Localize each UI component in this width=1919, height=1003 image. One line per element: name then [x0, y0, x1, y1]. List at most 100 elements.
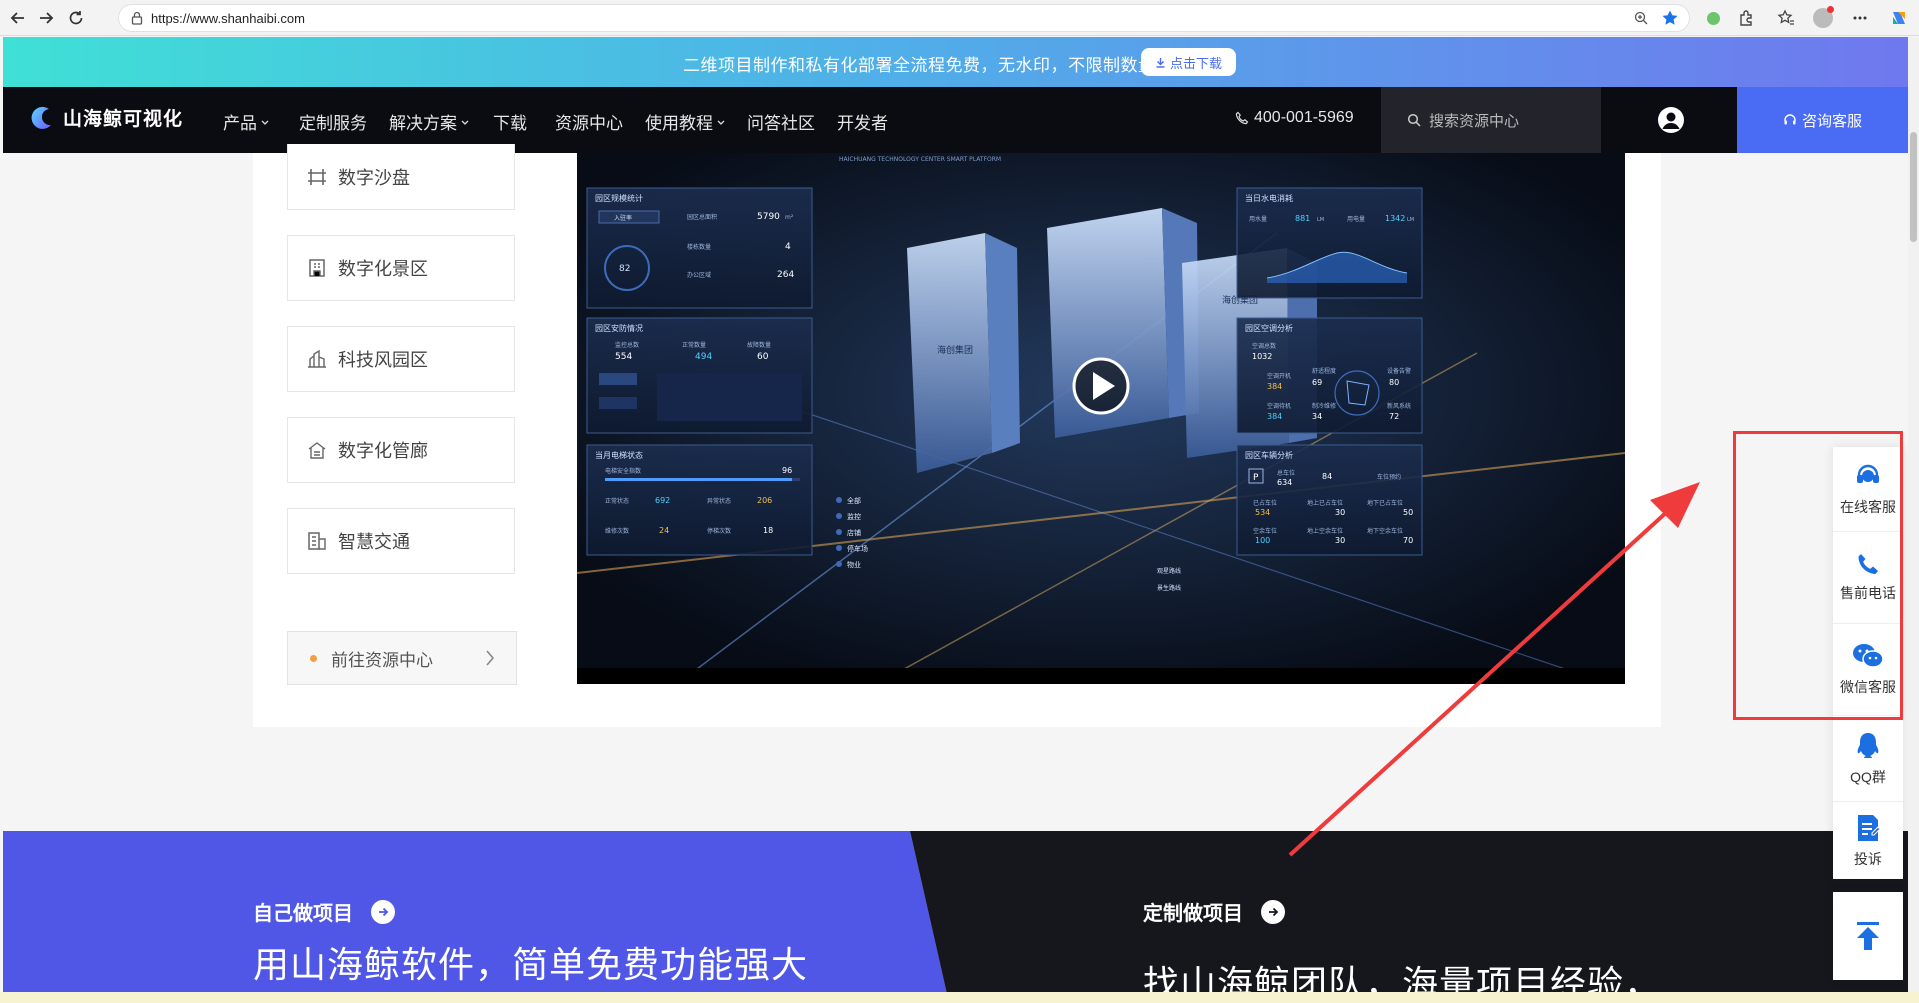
svg-text:正常数量: 正常数量 — [682, 341, 706, 349]
svg-text:监控总数: 监控总数 — [615, 341, 639, 349]
nav-item-product[interactable]: 产品 — [223, 109, 270, 134]
arrow-left-icon — [10, 12, 24, 24]
back-button[interactable] — [6, 6, 30, 30]
svg-text:82: 82 — [619, 264, 630, 274]
chevron-right-icon — [486, 650, 495, 666]
panel-water-power: 当日水电消耗 用水量 881 LM 用电量 1342 LM — [1236, 187, 1423, 299]
forward-button[interactable] — [34, 6, 58, 30]
nav-item-custom-service[interactable]: 定制服务 — [299, 109, 367, 134]
custom-project-link[interactable]: 定制做项目 — [1143, 897, 1285, 926]
park-icon — [308, 349, 326, 368]
phone-number[interactable]: 400-001-5969 — [1235, 109, 1354, 127]
svg-text:制冷维修: 制冷维修 — [1312, 402, 1336, 410]
arrow-circle-icon — [1261, 899, 1285, 924]
svg-text:18: 18 — [763, 526, 773, 535]
sidebar-item-label: 科技风园区 — [338, 350, 428, 370]
svg-text:692: 692 — [655, 496, 670, 505]
svg-text:园区总面积: 园区总面积 — [687, 213, 717, 221]
arrow-up-icon — [1857, 922, 1879, 950]
video-header: HAICHUANG TECHNOLOGY CENTER SMART PLATFO… — [839, 156, 1001, 163]
chevron-down-icon — [461, 120, 469, 125]
svg-text:空调待机: 空调待机 — [1267, 402, 1291, 410]
site-logo[interactable]: 山海鲸可视化 — [29, 104, 183, 131]
sidebar-item-label: 数字沙盘 — [338, 167, 410, 188]
svg-text:LM: LM — [1317, 217, 1324, 223]
nav-label: 解决方案 — [389, 114, 457, 133]
sandbox-icon — [308, 168, 326, 185]
svg-text:电梯安全指数: 电梯安全指数 — [605, 467, 641, 475]
svg-text:异常状态: 异常状态 — [707, 497, 731, 505]
url-text: https://www.shanhaibi.com — [151, 11, 305, 26]
more-menu-icon[interactable] — [1848, 6, 1872, 30]
svg-text:停梯次数: 停梯次数 — [707, 527, 731, 535]
pipe-gallery-icon — [308, 442, 326, 459]
svg-text:设备告警: 设备告警 — [1387, 367, 1411, 375]
headset-icon — [1784, 114, 1796, 125]
svg-text:物业: 物业 — [847, 560, 861, 569]
sidebar-item-tech-park[interactable]: 科技风园区 — [287, 326, 515, 392]
traffic-icon — [308, 532, 326, 550]
diy-project-link[interactable]: 自己做项目 — [253, 897, 395, 926]
nav-item-resource-center[interactable]: 资源中心 — [555, 109, 623, 134]
play-button[interactable] — [1072, 357, 1130, 415]
sidebar-item-label: 数字化管廊 — [338, 441, 428, 461]
page-scrollbar[interactable] — [1908, 37, 1919, 1003]
nav-item-tutorials[interactable]: 使用教程 — [645, 109, 726, 134]
svg-text:观星路线: 观星路线 — [1157, 567, 1181, 575]
svg-text:24: 24 — [659, 526, 669, 535]
complaint-icon — [1858, 815, 1881, 841]
svg-text:用电量: 用电量 — [1347, 215, 1365, 223]
bookmark-star-icon[interactable] — [1661, 9, 1679, 27]
svg-text:当月电梯状态: 当月电梯状态 — [595, 450, 643, 460]
promo-button-label: 点击下载 — [1169, 55, 1222, 71]
float-complaint[interactable]: 投诉 — [1833, 799, 1903, 883]
reload-button[interactable] — [64, 6, 88, 30]
float-label: QQ群 — [1850, 769, 1886, 785]
phone-text: 400-001-5969 — [1254, 109, 1354, 126]
svg-text:园区安防情况: 园区安防情况 — [595, 323, 643, 333]
sidebar-item-sandbox[interactable]: 数字沙盘 — [287, 144, 515, 210]
float-qq-group[interactable]: QQ群 — [1833, 717, 1903, 801]
copilot-icon[interactable] — [1887, 6, 1911, 30]
svg-text:494: 494 — [695, 352, 712, 362]
sidebar-item-pipe-gallery[interactable]: 数字化管廊 — [287, 417, 515, 483]
nav-item-community[interactable]: 问答社区 — [747, 109, 815, 134]
svg-text:停车场: 停车场 — [847, 544, 868, 553]
nav-item-developer[interactable]: 开发者 — [837, 109, 888, 134]
svg-text:监控: 监控 — [847, 512, 861, 521]
promo-download-button[interactable]: 点击下载 — [1141, 48, 1236, 76]
diy-project-title: 用山海鲸软件，简单免费功能强大 — [253, 944, 809, 985]
sidebar-item-traffic[interactable]: 智慧交通 — [287, 508, 515, 574]
svg-text:办公区域: 办公区域 — [687, 271, 711, 279]
sidebar-item-scenic[interactable]: 数字化景区 — [287, 235, 515, 301]
address-bar[interactable]: https://www.shanhaibi.com — [118, 4, 1690, 32]
scrollbar-thumb[interactable] — [1910, 132, 1917, 242]
favorites-icon[interactable] — [1774, 6, 1798, 30]
extensions-puzzle-icon[interactable] — [1735, 6, 1759, 30]
svg-text:5790: 5790 — [757, 212, 780, 222]
zoom-icon[interactable] — [1633, 10, 1649, 26]
go-resource-center-link[interactable]: 前往资源中心 — [287, 631, 517, 685]
extension-green-icon[interactable] — [1701, 6, 1725, 30]
svg-text:空调开机: 空调开机 — [1267, 372, 1291, 380]
svg-text:园区车辆分析: 园区车辆分析 — [1245, 450, 1293, 460]
reload-icon — [69, 11, 83, 25]
svg-text:100: 100 — [1255, 536, 1270, 545]
profile-avatar[interactable] — [1811, 6, 1835, 30]
svg-text:园区规模统计: 园区规模统计 — [595, 193, 643, 203]
svg-text:96: 96 — [782, 466, 792, 475]
consult-service-button[interactable]: 咨询客服 — [1737, 87, 1908, 153]
arrow-right-icon — [40, 12, 54, 24]
user-account-icon[interactable] — [1657, 106, 1685, 138]
nav-item-solutions[interactable]: 解决方案 — [389, 109, 470, 134]
back-to-top-button[interactable] — [1833, 892, 1903, 980]
nav-item-download[interactable]: 下载 — [493, 109, 527, 134]
svg-text:554: 554 — [615, 352, 632, 362]
logo-text: 山海鲸可视化 — [63, 109, 184, 130]
resource-search[interactable]: 搜索资源中心 — [1381, 87, 1601, 153]
search-icon — [1407, 113, 1421, 127]
panel-security: 园区安防情况 监控总数 554 正常数量 494 故障数量 60 — [586, 317, 813, 434]
svg-text:4: 4 — [785, 242, 791, 252]
svg-text:80: 80 — [1389, 378, 1399, 387]
svg-text:空调总数: 空调总数 — [1252, 342, 1276, 350]
